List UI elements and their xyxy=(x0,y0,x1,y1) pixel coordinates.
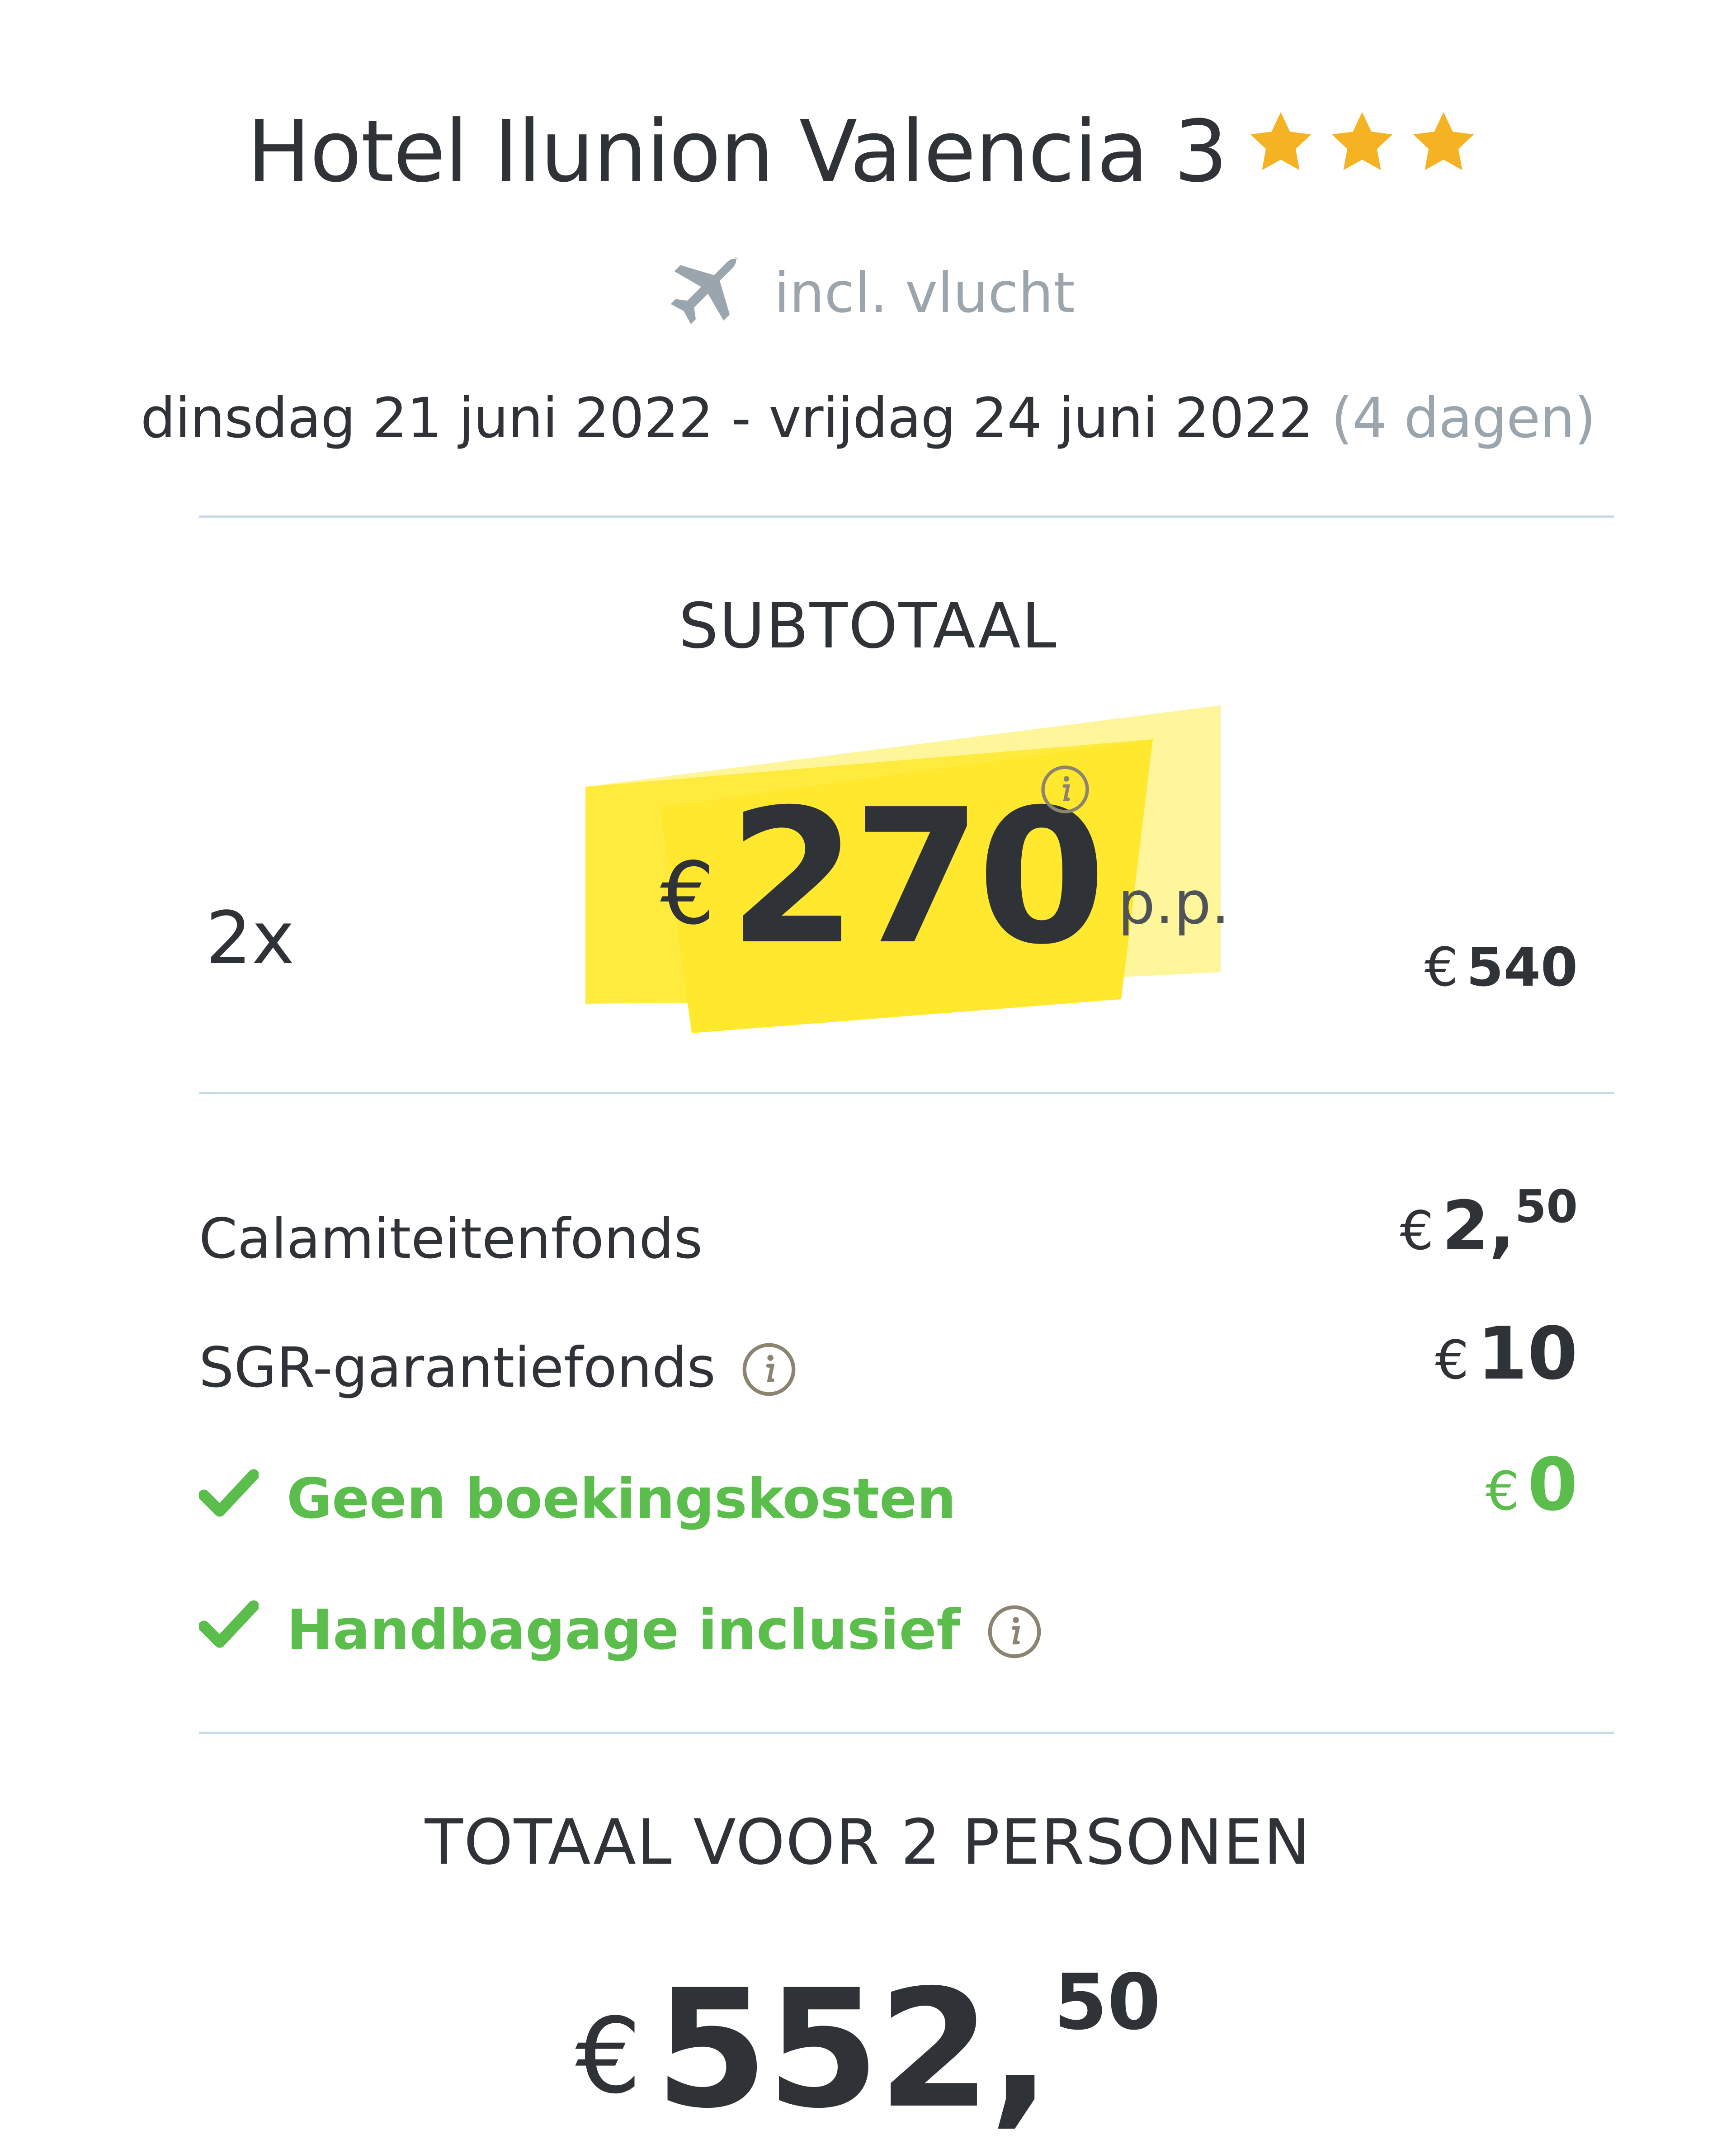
date-separator: - xyxy=(731,386,751,450)
total-price: €552,50 xyxy=(0,1958,1736,2135)
date-to: vrijdag 24 juni 2022 xyxy=(769,386,1313,450)
divider xyxy=(199,1732,1614,1734)
no-booking-costs: Geen boekingskosten xyxy=(199,1465,956,1533)
total-title: TOTAAL VOOR 2 PERSONEN xyxy=(425,1806,1311,1879)
checkmark-icon xyxy=(199,1468,259,1518)
star-icon xyxy=(1326,107,1398,178)
fee-amount-sgr: €10 xyxy=(1435,1311,1578,1396)
travel-dates: dinsdag 21 juni 2022- vrijdag 24 juni 202… xyxy=(0,384,1736,452)
price-per-person: €270 p.p. xyxy=(660,784,1230,970)
currency-symbol: € xyxy=(575,1996,642,2117)
per-person-label: p.p. xyxy=(1118,869,1230,937)
no-booking-costs-label: Geen boekingskosten xyxy=(287,1467,956,1531)
fee-amount-decimals: 50 xyxy=(1514,1180,1578,1233)
flight-included: incl. vlucht xyxy=(0,253,1736,330)
date-from: dinsdag 21 juni 2022 xyxy=(140,386,713,450)
divider xyxy=(199,515,1614,518)
info-icon[interactable] xyxy=(986,1604,1043,1660)
hotel-name: Hotel Ilunion Valencia 3 xyxy=(246,102,1228,201)
checkmark-icon xyxy=(199,1599,259,1649)
hand-luggage-label: Handbagage inclusief xyxy=(287,1598,961,1662)
currency-symbol: € xyxy=(1424,936,1458,998)
fee-label-sgr: SGR-garantiefonds xyxy=(199,1334,797,1402)
line-total-value: 540 xyxy=(1466,936,1578,998)
fee-label-text: SGR-garantiefonds xyxy=(199,1336,716,1400)
booking-costs-value: 0 xyxy=(1527,1442,1578,1527)
divider xyxy=(199,1092,1614,1094)
hotel-title: Hotel Ilunion Valencia 3 xyxy=(0,95,1736,206)
subtotal-title: SUBTOTAAL xyxy=(679,590,1057,662)
currency-symbol: € xyxy=(1400,1200,1434,1262)
booking-costs-amount: €0 xyxy=(1486,1442,1578,1527)
currency-symbol: € xyxy=(1485,1460,1519,1522)
flight-label: incl. vlucht xyxy=(774,261,1075,325)
info-icon[interactable] xyxy=(741,1341,797,1398)
star-icon xyxy=(1245,107,1316,178)
airplane-icon xyxy=(661,253,742,330)
total-price-decimals: 50 xyxy=(1054,1958,1161,2047)
info-icon[interactable] xyxy=(1040,764,1090,815)
fee-amount-value: 10 xyxy=(1477,1311,1578,1396)
trip-duration: (4 dagen) xyxy=(1331,386,1596,450)
hand-luggage-included: Handbagage inclusief xyxy=(199,1596,1043,1664)
star-rating xyxy=(1245,95,1489,203)
star-icon xyxy=(1408,107,1479,178)
fee-amount-calamiteitenfonds: €2,50 xyxy=(1400,1180,1578,1266)
currency-symbol: € xyxy=(1435,1329,1469,1391)
quantity: 2x xyxy=(206,896,295,980)
fee-label-calamiteitenfonds: Calamiteitenfonds xyxy=(199,1207,703,1271)
currency-symbol: € xyxy=(660,844,715,944)
line-total: €540 xyxy=(1425,936,1578,998)
total-price-value: 552, xyxy=(655,1955,1051,2144)
fee-amount-value: 2, xyxy=(1442,1187,1515,1266)
